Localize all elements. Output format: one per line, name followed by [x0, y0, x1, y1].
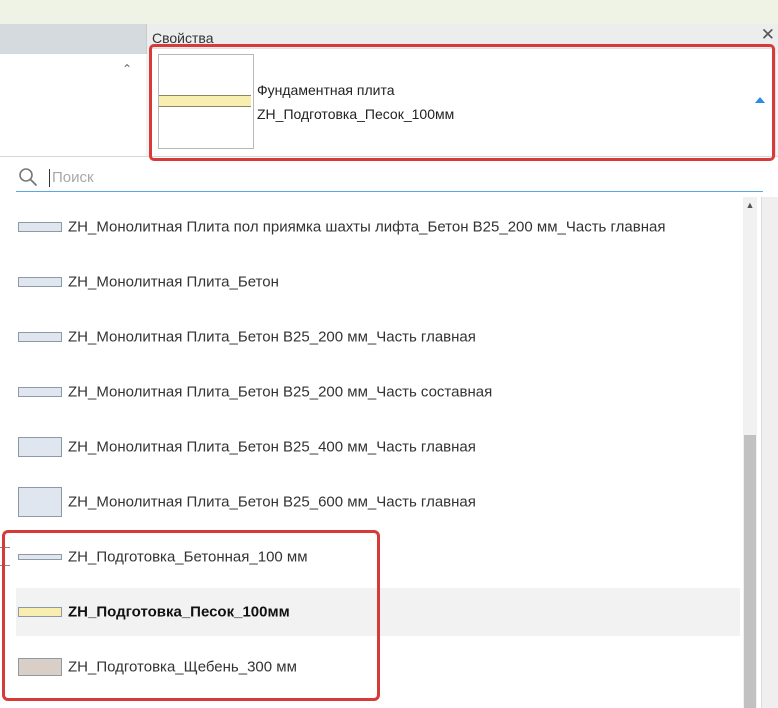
list-item-label: ZH_Монолитная Плита_Бетон B25_200 мм_Час… — [68, 383, 493, 401]
list-scrollbar[interactable]: ▲ — [743, 197, 757, 708]
list-scroll-up-icon[interactable]: ▲ — [743, 197, 757, 213]
list-item-label: ZH_Монолитная Плита_Бетон B25_600 мм_Час… — [68, 493, 476, 511]
search-input[interactable] — [52, 165, 742, 189]
list-item-label: ZH_Монолитная Плита_Бетон B25_200 мм_Час… — [68, 328, 476, 346]
material-swatch — [18, 658, 62, 676]
left-edge-marker — [0, 547, 10, 566]
search-caret — [49, 169, 50, 187]
list-item[interactable]: ZH_Подготовка_Щебень_300 мм — [16, 643, 740, 691]
material-swatch — [18, 277, 62, 287]
properties-title: Свойства — [152, 30, 214, 46]
left-scroll-up-icon[interactable]: ⌃ — [116, 58, 138, 80]
list-item[interactable]: ZH_Подготовка_Песок_100мм — [16, 588, 740, 636]
right-edge-pane — [761, 197, 778, 708]
list-item[interactable]: ZH_Монолитная Плита_Бетон B25_200 мм_Час… — [16, 368, 740, 416]
search-icon — [19, 168, 37, 186]
type-dropdown-panel: ZH_Монолитная Плита пол приямка шахты ли… — [0, 156, 778, 708]
type-preview-layer — [159, 95, 251, 107]
type-preview — [158, 54, 254, 149]
list-item[interactable]: ZH_Подготовка_Бетонная_100 мм — [16, 533, 740, 581]
close-icon[interactable]: ✕ — [761, 26, 775, 43]
list-item-label: ZH_Монолитная Плита пол приямка шахты ли… — [68, 218, 666, 236]
material-swatch — [18, 487, 62, 517]
list-item-label: ZH_Монолитная Плита_Бетон — [68, 273, 279, 291]
left-pane-header — [0, 24, 146, 55]
list-item[interactable]: ZH_Монолитная Плита_Бетон — [16, 258, 740, 306]
type-selector-type: ZH_Подготовка_Песок_100мм — [257, 106, 455, 122]
dropdown-caret-icon[interactable] — [755, 97, 765, 103]
list-scroll-thumb[interactable] — [744, 435, 756, 708]
list-item-label: ZH_Подготовка_Песок_100мм — [68, 603, 290, 621]
search-underline — [16, 191, 763, 192]
list-item[interactable]: ZH_Монолитная Плита_Бетон B25_400 мм_Час… — [16, 423, 740, 471]
material-swatch — [18, 554, 62, 560]
material-swatch — [18, 332, 62, 342]
list-item-label: ZH_Монолитная Плита_Бетон B25_400 мм_Час… — [68, 438, 476, 456]
list-item[interactable]: ZH_Монолитная Плита_Бетон B25_600 мм_Час… — [16, 478, 740, 526]
material-swatch — [18, 222, 62, 232]
list-item[interactable]: ZH_Монолитная Плита_Бетон B25_200 мм_Час… — [16, 313, 740, 361]
window-top-strip — [0, 0, 778, 24]
material-swatch — [18, 607, 62, 617]
list-item-label: ZH_Подготовка_Щебень_300 мм — [68, 658, 297, 676]
type-selector[interactable]: Фундаментная плита ZH_Подготовка_Песок_1… — [150, 48, 776, 161]
material-swatch — [18, 437, 62, 457]
list-item[interactable]: ZH_Монолитная Плита пол приямка шахты ли… — [16, 203, 740, 251]
material-swatch — [18, 387, 62, 397]
list-item-label: ZH_Подготовка_Бетонная_100 мм — [68, 548, 308, 566]
type-selector-family: Фундаментная плита — [257, 82, 395, 98]
